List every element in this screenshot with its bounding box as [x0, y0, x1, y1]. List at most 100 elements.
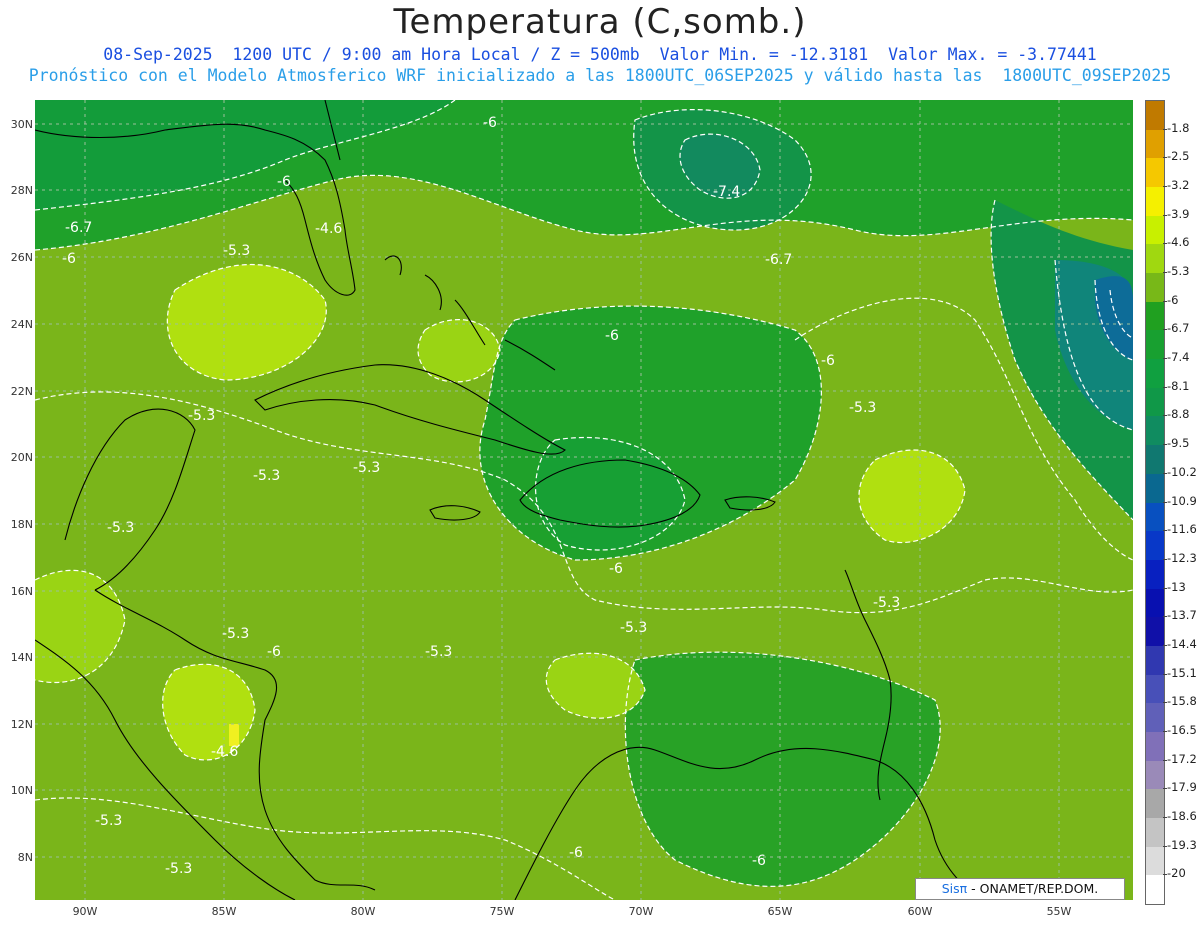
lat-label: 10N — [10, 784, 33, 797]
colorbar-swatch — [1146, 359, 1164, 389]
colorbar-label: -15.1 — [1167, 665, 1197, 680]
colorbar-swatch — [1146, 645, 1164, 676]
colorbar-label: -10.2 — [1167, 464, 1197, 479]
colorbar-label: -13.7 — [1167, 608, 1197, 623]
colorbar-label: -16.5 — [1167, 722, 1197, 737]
lat-label: 12N — [10, 718, 33, 731]
map-canvas: -6 -6 -6.7 -6 -5.3 -4.6 -7.4 -6.7 -6 -6 … — [35, 100, 1133, 900]
lat-label: 20N — [10, 451, 33, 464]
lat-label: 22N — [10, 385, 33, 398]
colorbar-label: -10.9 — [1167, 493, 1197, 508]
colorbar-label: -5.3 — [1167, 264, 1190, 279]
lat-label: 30N — [10, 118, 33, 131]
colorbar-swatch — [1146, 588, 1164, 618]
lat-label: 8N — [17, 851, 33, 864]
contour-label: -5.3 — [223, 243, 250, 259]
colorbar-swatch — [1146, 846, 1164, 876]
credit-text: - ONAMET/REP.DOM. — [967, 881, 1099, 896]
colorbar-label: -4.6 — [1167, 235, 1190, 250]
colorbar-swatch — [1146, 273, 1164, 303]
contour-label: -5.3 — [222, 626, 249, 642]
colorbar-label: -3.2 — [1167, 178, 1190, 193]
colorbar-swatch — [1146, 215, 1164, 245]
colorbar-swatch — [1146, 101, 1164, 131]
lat-label: 16N — [10, 585, 33, 598]
contour-label: -6 — [277, 174, 291, 190]
contour-label: -6 — [483, 115, 497, 131]
contour-label: -5.3 — [188, 408, 215, 424]
contour-label: -7.4 — [713, 184, 740, 200]
colorbar-swatch — [1146, 301, 1164, 331]
contour-label: -5.3 — [425, 644, 452, 660]
colorbar-label: -7.4 — [1167, 350, 1190, 365]
credit-brand: Sisπ — [941, 881, 968, 896]
lat-label: 28N — [10, 184, 33, 197]
lat-label: 24N — [10, 318, 33, 331]
colorbar-swatch — [1146, 445, 1164, 475]
colorbar-swatch — [1146, 760, 1164, 790]
contour-label: -5.3 — [95, 813, 122, 829]
lon-label: 80W — [350, 905, 376, 918]
colorbar-swatch — [1146, 158, 1164, 188]
colorbar-swatch — [1146, 817, 1164, 848]
contour-label: -5.3 — [253, 468, 280, 484]
colorbar-label: -11.6 — [1167, 522, 1197, 537]
contour-label: -5.3 — [107, 520, 134, 536]
subtitle-line-2: Pronóstico con el Modelo Atmosferico WRF… — [28, 66, 1172, 85]
colorbar-label: -12.3 — [1167, 550, 1197, 565]
contour-label: -6.7 — [765, 252, 792, 268]
colorbar-label: -8.8 — [1167, 407, 1190, 422]
lon-label: 75W — [489, 905, 515, 918]
colorbar-swatch — [1146, 387, 1164, 417]
temperature-map: -6 -6 -6.7 -6 -5.3 -4.6 -7.4 -6.7 -6 -6 … — [35, 100, 1133, 900]
colorbar-label: -17.2 — [1167, 751, 1197, 766]
contour-label: -5.3 — [620, 620, 647, 636]
colorbar-swatch — [1146, 617, 1164, 647]
contour-label: -6 — [609, 561, 623, 577]
lat-label: 14N — [10, 651, 33, 664]
warm-max-spot — [229, 724, 239, 746]
contour-label: -6 — [821, 353, 835, 369]
lon-label: 90W — [72, 905, 98, 918]
credit-box: Sisπ - ONAMET/REP.DOM. — [915, 878, 1125, 900]
colorbar-label: -9.5 — [1167, 436, 1190, 451]
contour-label: -6 — [752, 853, 766, 869]
colorbar-swatch — [1146, 244, 1164, 274]
colorbar-label: -15.8 — [1167, 694, 1197, 709]
colorbar-swatch — [1146, 129, 1164, 159]
colorbar-label: -3.9 — [1167, 206, 1190, 221]
colorbar-swatch — [1146, 531, 1164, 561]
colorbar-label: -19.3 — [1167, 837, 1197, 852]
colorbar-label: -18.6 — [1167, 808, 1197, 823]
colorbar-swatch — [1146, 187, 1164, 217]
colorbar-label: -6.7 — [1167, 321, 1190, 336]
contour-label: -6 — [569, 845, 583, 861]
colorbar-label: -8.1 — [1167, 378, 1190, 393]
colorbar — [1145, 100, 1165, 905]
contour-label: -5.3 — [873, 595, 900, 611]
colorbar-swatch — [1146, 330, 1164, 360]
colorbar-swatch — [1146, 674, 1164, 704]
lat-label: 18N — [10, 518, 33, 531]
contour-label: -5.3 — [165, 861, 192, 877]
contour-label: -6.7 — [65, 220, 92, 236]
colorbar-swatch — [1146, 703, 1164, 733]
contour-label: -6 — [62, 251, 76, 267]
lon-label: 60W — [907, 905, 933, 918]
contour-label: -4.6 — [211, 744, 238, 760]
colorbar-label: -13 — [1167, 579, 1186, 594]
contour-label: -6 — [605, 328, 619, 344]
colorbar-swatch — [1146, 875, 1164, 905]
colorbar-swatch — [1146, 731, 1164, 762]
colorbar-swatch — [1146, 416, 1164, 446]
map-title: Temperatura (C,somb.) — [393, 2, 807, 42]
lon-label: 70W — [628, 905, 654, 918]
lon-label: 65W — [767, 905, 793, 918]
contour-label: -6 — [267, 644, 281, 660]
colorbar-label: -6 — [1167, 292, 1179, 307]
colorbar-swatch — [1146, 473, 1164, 503]
colorbar-label: -2.5 — [1167, 149, 1190, 164]
colorbar-label: -17.9 — [1167, 780, 1197, 795]
subtitle-line-1: 08-Sep-2025 1200 UTC / 9:00 am Hora Loca… — [103, 45, 1097, 64]
colorbar-label: -14.4 — [1167, 636, 1197, 651]
